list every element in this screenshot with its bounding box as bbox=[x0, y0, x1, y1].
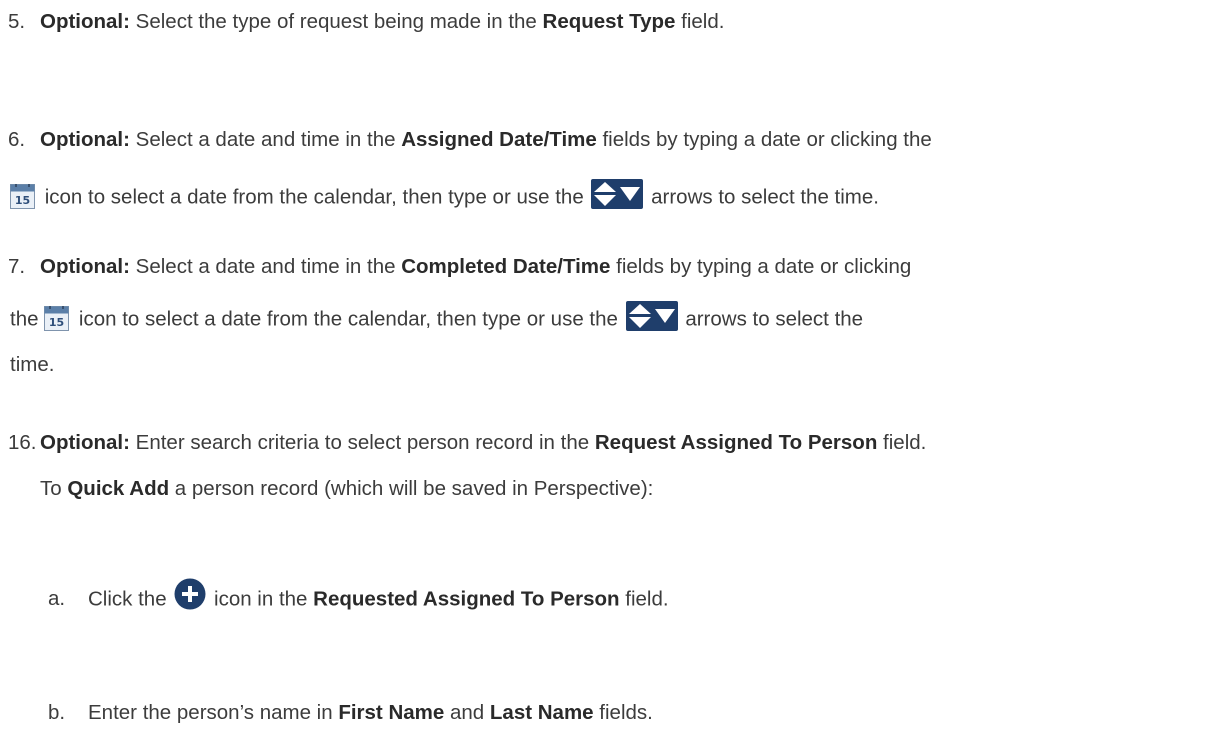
calendar-icon: 15 bbox=[44, 304, 70, 331]
step-16a-line: a. Click the icon in the Requested Assign… bbox=[48, 578, 669, 616]
optional-label: Optional: bbox=[40, 255, 130, 278]
step-letter: a. bbox=[48, 587, 66, 611]
step-number: 16. bbox=[8, 431, 37, 454]
step-text: To bbox=[40, 477, 68, 500]
step-text: field. bbox=[619, 587, 669, 611]
step-number: 6. bbox=[8, 128, 26, 151]
field-name-first: First Name bbox=[338, 701, 445, 724]
step-number: 7. bbox=[8, 255, 26, 278]
field-name: Request Assigned To Person bbox=[594, 431, 878, 454]
step-text: arrows to select the time. bbox=[645, 185, 879, 209]
step-text: a person record (which will be saved in … bbox=[169, 477, 654, 500]
field-name: Completed Date/Time bbox=[401, 255, 611, 278]
step-5-line-1: 5. Optional: Select the type of request b… bbox=[8, 10, 725, 33]
step-text: Click the bbox=[88, 587, 173, 611]
step-text: icon in the bbox=[208, 587, 314, 611]
step-text: Select the type of request being made in… bbox=[129, 10, 543, 33]
step-text: field. bbox=[877, 431, 927, 454]
step-letter: b. bbox=[48, 701, 66, 724]
step-text: fields by typing a date or clicking the bbox=[596, 128, 932, 151]
instructions-page: 5. Optional: Select the type of request b… bbox=[0, 0, 1210, 754]
step-text: the bbox=[10, 307, 45, 331]
step-number: 5. bbox=[8, 10, 26, 33]
field-name: Requested Assigned To Person bbox=[313, 587, 620, 611]
step-text: Select a date and time in the bbox=[129, 255, 402, 278]
optional-label: Optional: bbox=[40, 431, 130, 454]
step-16-line-2: To Quick Add a person record (which will… bbox=[40, 477, 654, 500]
step-7-line-1: 7. Optional: Select a date and time in th… bbox=[8, 255, 912, 278]
step-text: fields by typing a date or clicking bbox=[610, 255, 912, 278]
field-name-last: Last Name bbox=[489, 701, 594, 724]
step-6-line-2: 15 icon to select a date from the calend… bbox=[10, 179, 879, 213]
step-7-line-3: time. bbox=[10, 353, 55, 376]
step-text: field. bbox=[675, 10, 725, 33]
step-text: Enter search criteria to select person r… bbox=[129, 431, 595, 454]
optional-label: Optional: bbox=[40, 128, 130, 151]
field-name: Request Type bbox=[542, 10, 676, 33]
step-text: Select a date and time in the bbox=[129, 128, 402, 151]
optional-label: Optional: bbox=[40, 10, 130, 33]
step-16b-line: b. Enter the person’s name in First Name … bbox=[48, 701, 653, 724]
calendar-icon: 15 bbox=[10, 182, 35, 209]
step-text: icon to select a date from the calendar,… bbox=[39, 185, 590, 209]
quick-add-label: Quick Add bbox=[67, 477, 170, 500]
step-6-line-1: 6. Optional: Select a date and time in th… bbox=[8, 128, 932, 151]
calendar-day-number: 15 bbox=[15, 194, 30, 207]
time-spinner-arrows-icon bbox=[591, 179, 644, 209]
step-16-line-1: 16. Optional: Enter search criteria to se… bbox=[8, 431, 927, 454]
time-spinner-arrows-icon bbox=[625, 301, 678, 331]
field-name: Assigned Date/Time bbox=[401, 128, 597, 151]
step-text: icon to select a date from the calendar,… bbox=[73, 307, 624, 331]
calendar-day-number: 15 bbox=[49, 316, 64, 329]
step-text: fields. bbox=[593, 701, 653, 724]
plus-circle-icon bbox=[174, 578, 206, 610]
step-text: and bbox=[444, 701, 490, 724]
step-text: Enter the person’s name in bbox=[88, 701, 339, 724]
step-text: time. bbox=[10, 353, 55, 376]
step-text: arrows to select the bbox=[679, 307, 864, 331]
step-7-line-2: the 15 icon to select a date from the ca… bbox=[10, 301, 864, 335]
